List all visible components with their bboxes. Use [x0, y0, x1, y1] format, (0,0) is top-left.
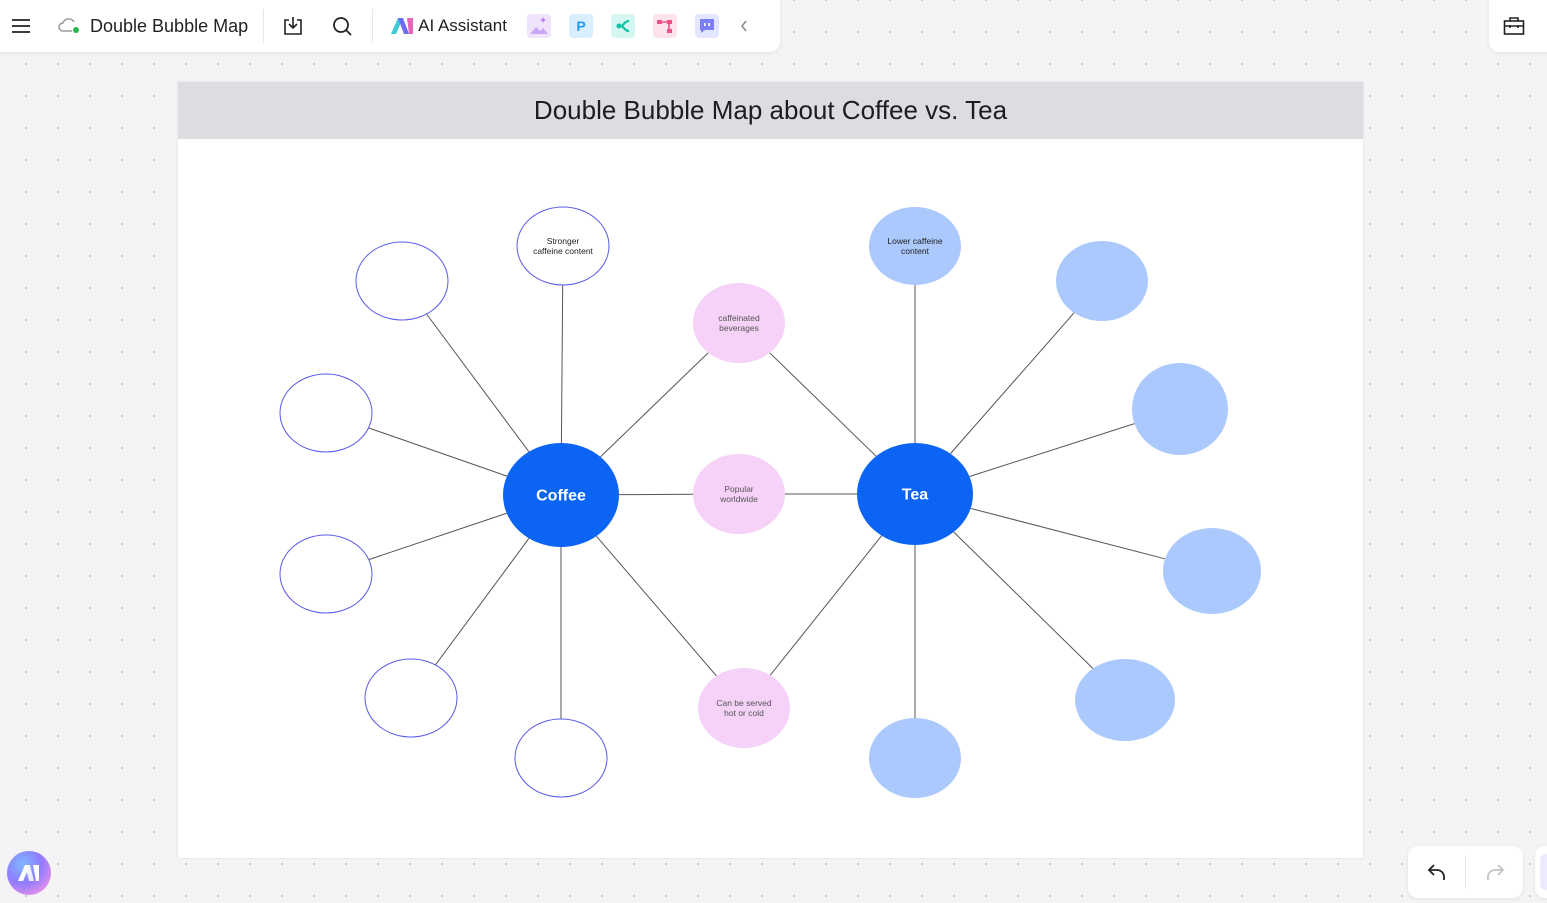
coffee-topic-label: Coffee	[536, 488, 586, 505]
minimap-toggle[interactable]	[1535, 846, 1547, 898]
tea-attribute-bubble[interactable]	[869, 718, 961, 798]
undo-icon[interactable]	[1408, 862, 1465, 882]
coffee-attribute-bubble[interactable]	[279, 373, 373, 453]
shared-similarity-label: Can be served hot or cold	[716, 698, 772, 718]
shared-similarity-label: Popular worldwide	[719, 484, 758, 504]
ai-assistant-orb-icon[interactable]	[7, 851, 51, 895]
tea-topic-label: Tea	[902, 487, 928, 504]
connector-line	[426, 313, 530, 453]
connector-line	[368, 512, 507, 561]
tea-attribute-bubble[interactable]	[1075, 659, 1175, 741]
connector-line	[560, 284, 564, 444]
connector-line	[596, 535, 717, 677]
redo-icon[interactable]	[1466, 862, 1523, 882]
connector-line	[368, 427, 508, 477]
coffee-attribute-bubble[interactable]	[514, 718, 608, 798]
connector-line	[969, 423, 1135, 477]
connector-line	[970, 507, 1166, 560]
coffee-attribute-bubble[interactable]	[279, 534, 373, 614]
connector-line	[769, 535, 883, 676]
tea-attribute-bubble[interactable]	[1163, 528, 1261, 614]
coffee-attribute-bubble[interactable]	[364, 658, 458, 738]
tea-attribute-bubble[interactable]	[1056, 241, 1148, 321]
connector-line	[435, 538, 530, 666]
undo-redo-panel	[1408, 846, 1523, 898]
double-bubble-map: Stronger caffeine contentLower caffeine co…	[279, 206, 1261, 798]
shared-similarity-label: caffeinated beverages	[718, 313, 760, 333]
connector-line	[769, 352, 877, 457]
tea-attribute-bubble[interactable]	[1132, 363, 1228, 455]
coffee-attribute-bubble[interactable]	[355, 241, 449, 321]
connector-line	[950, 312, 1075, 454]
connector-line	[600, 352, 709, 458]
connector-line	[953, 531, 1094, 669]
